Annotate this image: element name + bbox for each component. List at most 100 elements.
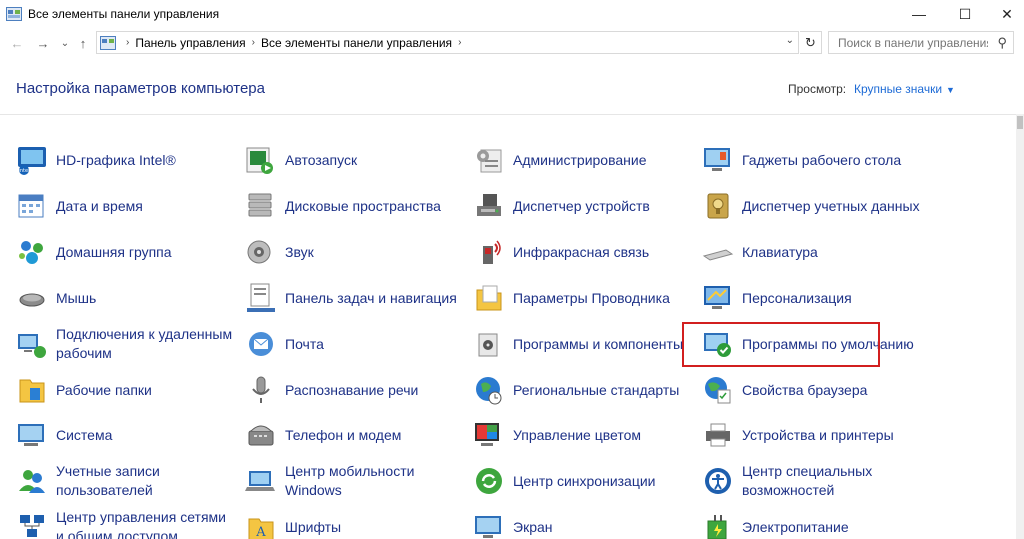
item-mobility-center[interactable]: Центр мобильности Windows — [245, 461, 465, 501]
item-power-options[interactable]: Электропитание — [702, 507, 922, 539]
chevron-right-icon: › — [458, 37, 462, 48]
item-taskbar[interactable]: Панель задач и навигация — [245, 278, 465, 318]
item-keyboard[interactable]: Клавиатура — [702, 232, 922, 272]
item-autoplay[interactable]: Автозапуск — [245, 140, 465, 180]
item-label: Центр управления сетями и общим доступом — [56, 509, 226, 539]
item-label: Центр синхронизации — [513, 472, 656, 489]
homegroup-icon — [19, 241, 43, 264]
item-sound[interactable]: Звук — [245, 232, 465, 272]
item-label: Региональные стандарты — [513, 381, 680, 398]
sound-icon — [247, 240, 271, 264]
item-label: HD-графика Intel® — [56, 151, 176, 168]
item-infrared[interactable]: Инфракрасная связь — [473, 232, 693, 272]
item-label: Подключения к удаленным рабочим — [56, 326, 233, 361]
display-icon — [475, 516, 501, 538]
item-label: Инфракрасная связь — [513, 243, 650, 260]
remote-desktop-icon — [18, 334, 46, 358]
item-devices-printers[interactable]: Устройства и принтеры — [702, 415, 922, 455]
item-homegroup[interactable]: Домашняя группа — [16, 232, 236, 272]
window-title: Все элементы панели управления — [28, 7, 220, 21]
item-label: Центр специальных возможностей — [742, 463, 873, 498]
recent-locations-button[interactable]: ⌄ — [58, 32, 72, 54]
item-label: Диспетчер учетных данных — [742, 197, 920, 214]
item-network-center[interactable]: Центр управления сетями и общим доступом — [16, 507, 236, 539]
svg-text:intel: intel — [19, 168, 30, 174]
power-options-icon — [707, 515, 727, 539]
work-folders-icon — [19, 379, 45, 403]
item-storage-spaces[interactable]: Дисковые пространства — [245, 186, 465, 226]
item-sync-center[interactable]: Центр синхронизации — [473, 461, 693, 501]
view-mode-dropdown[interactable]: Крупные значки ▼ — [854, 82, 955, 96]
item-credential-manager[interactable]: Диспетчер учетных данных — [702, 186, 922, 226]
back-button[interactable]: ← — [8, 32, 26, 54]
title-bar: Все элементы панели управления — ☐ ✕ — [0, 0, 1024, 28]
breadcrumb-item[interactable]: Панель управления — [135, 36, 245, 50]
search-icon[interactable]: ⚲ — [997, 35, 1007, 51]
item-mail[interactable]: Почта — [245, 324, 465, 364]
scrollbar-thumb[interactable] — [1017, 116, 1023, 129]
item-region[interactable]: Региональные стандарты — [473, 370, 693, 410]
item-user-accounts[interactable]: Учетные записи пользователей — [16, 461, 236, 501]
item-label: Домашняя группа — [56, 243, 172, 260]
search-input[interactable] — [838, 35, 988, 50]
item-date-time[interactable]: Дата и время — [16, 186, 236, 226]
item-phone-modem[interactable]: Телефон и модем — [245, 415, 465, 455]
item-label: Дата и время — [56, 197, 143, 214]
item-remote-desktop[interactable]: Подключения к удаленным рабочим — [16, 324, 236, 364]
phone-modem-icon — [248, 425, 274, 446]
vertical-scrollbar[interactable] — [1016, 114, 1024, 539]
item-system[interactable]: Система — [16, 415, 236, 455]
item-label: Рабочие папки — [56, 381, 152, 398]
item-label: Центр мобильности Windows — [285, 463, 415, 498]
fonts-icon: A — [248, 518, 274, 539]
chevron-right-icon: › — [251, 37, 255, 48]
item-admin-tools[interactable]: Администрирование — [473, 140, 693, 180]
item-label: Электропитание — [742, 518, 849, 535]
item-label: Дисковые пространства — [285, 197, 441, 214]
refresh-button[interactable]: ↻ — [800, 31, 822, 54]
item-work-folders[interactable]: Рабочие папки — [16, 370, 236, 410]
item-label: Персонализация — [742, 289, 852, 306]
item-internet-options[interactable]: Свойства браузера — [702, 370, 922, 410]
highlight-box — [682, 322, 880, 367]
search-box[interactable]: ⚲ — [828, 31, 1014, 54]
item-fonts[interactable]: A Шрифты — [245, 507, 465, 539]
item-device-manager[interactable]: Диспетчер устройств — [473, 186, 693, 226]
item-label: Автозапуск — [285, 151, 358, 168]
svg-text:A: A — [255, 525, 266, 539]
item-explorer-options[interactable]: Параметры Проводника — [473, 278, 693, 318]
item-ease-of-access[interactable]: Центр специальных возможностей — [702, 461, 922, 501]
credential-manager-icon — [707, 193, 729, 219]
maximize-button[interactable]: ☐ — [942, 0, 988, 28]
ease-of-access-icon — [705, 468, 731, 494]
item-label: Распознавание речи — [285, 381, 419, 398]
close-button[interactable]: ✕ — [984, 0, 1024, 28]
autoplay-icon — [246, 147, 273, 174]
item-display[interactable]: Экран — [473, 507, 693, 539]
taskbar-icon — [247, 283, 275, 312]
item-intel-graphics[interactable]: intel HD-графика Intel® — [16, 140, 236, 180]
item-label: Мышь — [56, 289, 97, 306]
address-bar[interactable]: › Панель управления › Все элементы панел… — [96, 31, 799, 54]
item-label: Шрифты — [285, 518, 342, 535]
internet-options-icon — [705, 377, 731, 404]
item-desktop-gadgets[interactable]: Гаджеты рабочего стола — [702, 140, 922, 180]
minimize-button[interactable]: — — [896, 0, 942, 28]
item-mouse[interactable]: Мышь — [16, 278, 236, 318]
item-label: Управление цветом — [513, 426, 642, 443]
item-personalization[interactable]: Персонализация — [702, 278, 922, 318]
up-button[interactable]: ↑ — [74, 32, 92, 54]
mouse-icon — [19, 293, 45, 307]
forward-button[interactable]: → — [34, 32, 52, 54]
breadcrumb-item[interactable]: Все элементы панели управления — [261, 36, 452, 50]
item-color-management[interactable]: Управление цветом — [473, 415, 693, 455]
control-panel-icon — [6, 7, 22, 21]
item-label: Звук — [285, 243, 314, 260]
item-programs-features[interactable]: Программы и компоненты — [473, 324, 693, 364]
intel-graphics-icon: intel — [18, 147, 46, 175]
item-label: Панель задач и навигация — [285, 289, 457, 306]
item-speech-recognition[interactable]: Распознавание речи — [245, 370, 465, 410]
chevron-down-icon[interactable]: ⌄ — [786, 35, 794, 46]
user-accounts-icon — [19, 470, 45, 493]
control-panel-icon — [100, 35, 116, 50]
